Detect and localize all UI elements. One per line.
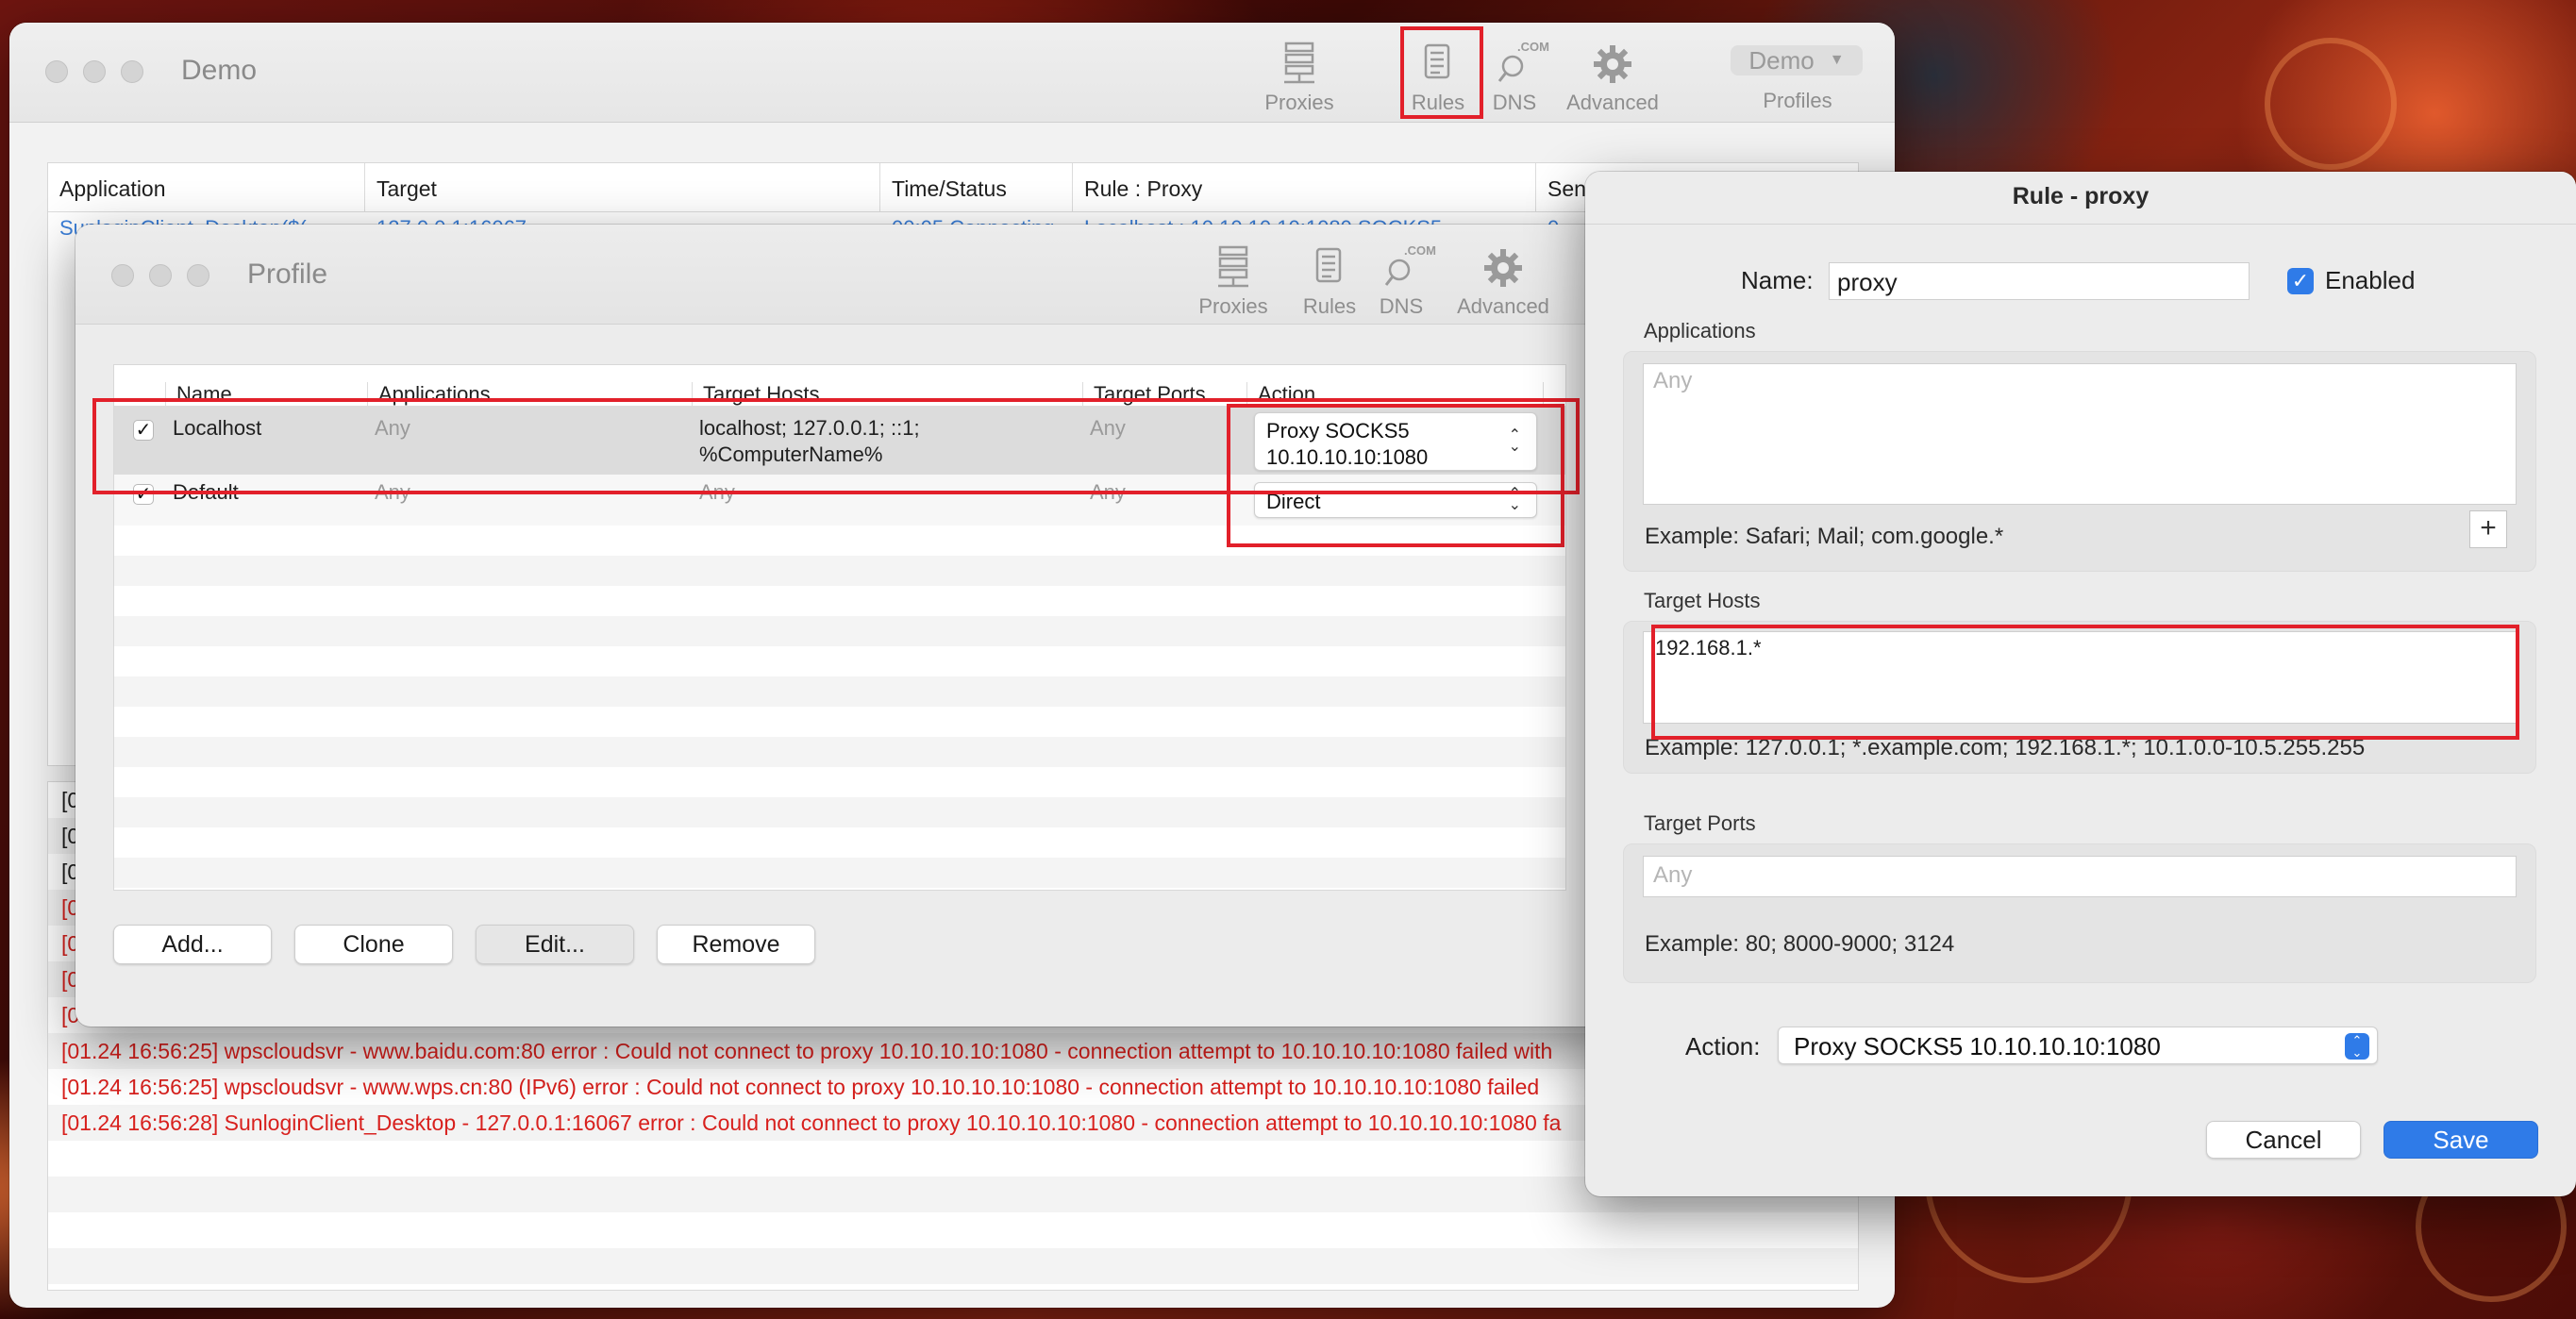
toolbar-advanced-label: Advanced xyxy=(1457,294,1549,318)
main-titlebar: Demo Proxies Rules .COM DNS Advanced Dem… xyxy=(9,23,1895,123)
column-header[interactable]: Rule : Proxy xyxy=(1073,163,1536,211)
rule-dialog: Rule - proxy Name: proxy ✓ Enabled Appli… xyxy=(1585,172,2576,1196)
empty-log-line xyxy=(48,1248,1858,1284)
target-ports-input[interactable]: Any xyxy=(1643,856,2517,897)
action-select[interactable]: Proxy SOCKS5 10.10.10.10:1080 ⌃ ⌄ xyxy=(1778,1027,2378,1064)
toolbar-advanced-button[interactable]: Advanced xyxy=(1551,40,1674,115)
wallpaper-ornament xyxy=(2265,38,2397,170)
proxies-icon xyxy=(1247,40,1351,85)
clone-button[interactable]: Clone xyxy=(294,925,453,964)
toolbar-advanced-label: Advanced xyxy=(1566,91,1659,114)
window-title: Demo xyxy=(181,55,258,86)
name-label: Name: xyxy=(1741,266,1814,294)
toolbar-proxies-button[interactable]: Proxies xyxy=(1247,40,1351,115)
empty-row xyxy=(114,676,1565,707)
profiles-select-value: Demo xyxy=(1748,45,1815,75)
empty-row xyxy=(114,556,1565,586)
window-controls[interactable] xyxy=(111,264,209,287)
window-title: Profile xyxy=(247,259,328,290)
profile-window: Profile Proxies Rules .COM DNS Advanced xyxy=(75,225,1623,1027)
profiles-label: Profiles xyxy=(1763,89,1832,112)
edit-button[interactable]: Edit... xyxy=(476,925,634,964)
toolbar-dns-label: DNS xyxy=(1379,294,1424,318)
empty-row xyxy=(114,616,1565,646)
applications-label: Applications xyxy=(1644,319,1756,342)
target-hosts-label: Target Hosts xyxy=(1644,589,1761,612)
target-ports-label: Target Ports xyxy=(1644,811,1756,835)
rules-highlight-box xyxy=(1400,26,1483,119)
toolbar-proxies-label: Proxies xyxy=(1198,294,1268,318)
chevron-down-icon: ▼ xyxy=(1829,52,1845,68)
add-button[interactable]: Add... xyxy=(113,925,272,964)
minimize-button[interactable] xyxy=(149,264,172,287)
target-hosts-highlight-box xyxy=(1651,625,2519,740)
toolbar-advanced-button[interactable]: Advanced xyxy=(1442,243,1564,319)
profiles-select[interactable]: Demo ▼ xyxy=(1731,45,1863,75)
enabled-label: Enabled xyxy=(2325,266,2416,294)
enabled-checkbox[interactable]: ✓ xyxy=(2287,268,2314,294)
target-ports-example: Example: 80; 8000-9000; 3124 xyxy=(1645,931,1955,957)
empty-row xyxy=(114,858,1565,888)
remove-button[interactable]: Remove xyxy=(657,925,815,964)
column-header[interactable]: Target xyxy=(365,163,880,211)
action-select-value: Proxy SOCKS5 10.10.10.10:1080 xyxy=(1794,1032,2161,1060)
applications-group: Any Example: Safari; Mail; com.google.* … xyxy=(1623,351,2536,572)
target-ports-group: Any Example: 80; 8000-9000; 3124 xyxy=(1623,843,2536,983)
dns-badge: .COM xyxy=(1404,243,1436,258)
applications-example: Example: Safari; Mail; com.google.* xyxy=(1645,524,2004,549)
add-application-button[interactable]: + xyxy=(2469,510,2507,548)
toolbar-proxies-label: Proxies xyxy=(1264,91,1334,114)
applications-input[interactable]: Any xyxy=(1643,363,2517,505)
action-label: Action: xyxy=(1685,1032,1761,1060)
gear-icon xyxy=(1551,40,1674,85)
dns-badge: .COM xyxy=(1517,40,1549,54)
gear-icon xyxy=(1442,243,1564,289)
dns-icon: .COM xyxy=(1349,243,1453,289)
toolbar-proxies-button[interactable]: Proxies xyxy=(1181,243,1285,319)
toolbar-dns-button[interactable]: .COM DNS xyxy=(1349,243,1453,319)
column-header[interactable]: Time/Status xyxy=(880,163,1073,211)
action-highlight-box xyxy=(1227,404,1564,547)
zoom-button[interactable] xyxy=(121,60,143,83)
close-button[interactable] xyxy=(45,60,68,83)
window-controls[interactable] xyxy=(45,60,143,83)
column-header[interactable]: Application xyxy=(48,163,365,211)
empty-row xyxy=(114,797,1565,827)
cancel-button[interactable]: Cancel xyxy=(2206,1121,2361,1159)
close-button[interactable] xyxy=(111,264,134,287)
proxies-icon xyxy=(1181,243,1285,289)
empty-log-line xyxy=(48,1212,1858,1248)
profile-titlebar: Profile Proxies Rules .COM DNS Advanced xyxy=(75,225,1623,325)
name-field[interactable]: proxy xyxy=(1829,262,2250,300)
minimize-button[interactable] xyxy=(83,60,106,83)
updown-chevron-icon: ⌃ ⌄ xyxy=(2345,1033,2369,1060)
zoom-button[interactable] xyxy=(187,264,209,287)
dialog-title: Rule - proxy xyxy=(1585,172,2576,225)
empty-row xyxy=(114,737,1565,767)
save-button[interactable]: Save xyxy=(2384,1121,2538,1159)
